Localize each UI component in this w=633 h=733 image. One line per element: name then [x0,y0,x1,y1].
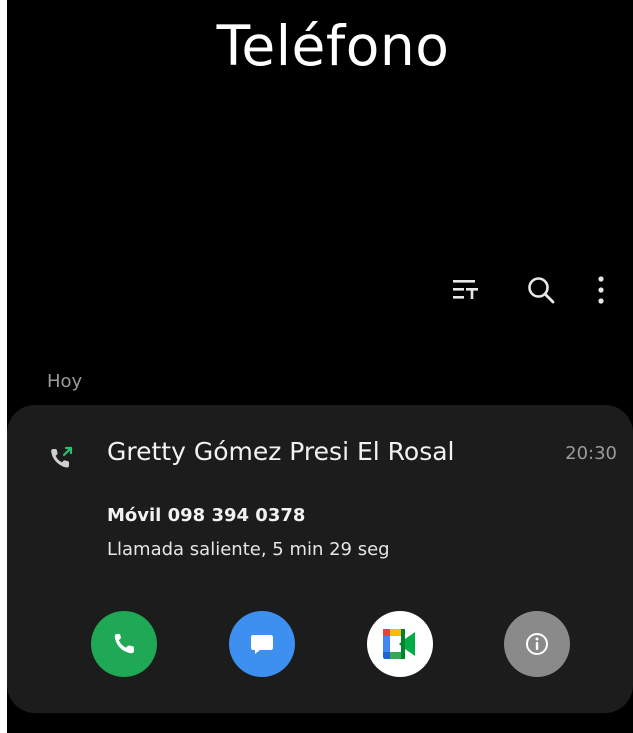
search-icon[interactable] [519,268,563,312]
call-detail: Llamada saliente, 5 min 29 seg [107,539,390,560]
page-title: Teléfono [216,14,450,78]
message-icon [251,635,273,654]
message-button[interactable] [229,611,295,677]
section-label-today: Hoy [47,371,83,392]
meet-icon [383,629,415,659]
video-call-button[interactable] [367,611,433,677]
contact-name: Gretty Gómez Presi El Rosal [107,437,455,466]
call-log-entry[interactable]: Gretty Gómez Presi El Rosal 20:30 Móvil … [7,405,633,713]
phone-number: Móvil 098 394 0378 [107,505,306,526]
call-time: 20:30 [565,443,617,464]
filter-icon[interactable] [444,268,488,312]
more-options-icon[interactable] [579,268,623,312]
phone-app-screen: Teléfono Hoy Gretty Gómez Presi El Rosal… [7,0,633,733]
outgoing-call-icon [47,443,77,473]
info-icon [526,633,548,655]
details-button[interactable] [504,611,570,677]
call-button[interactable] [91,611,157,677]
phone-icon [114,633,134,654]
